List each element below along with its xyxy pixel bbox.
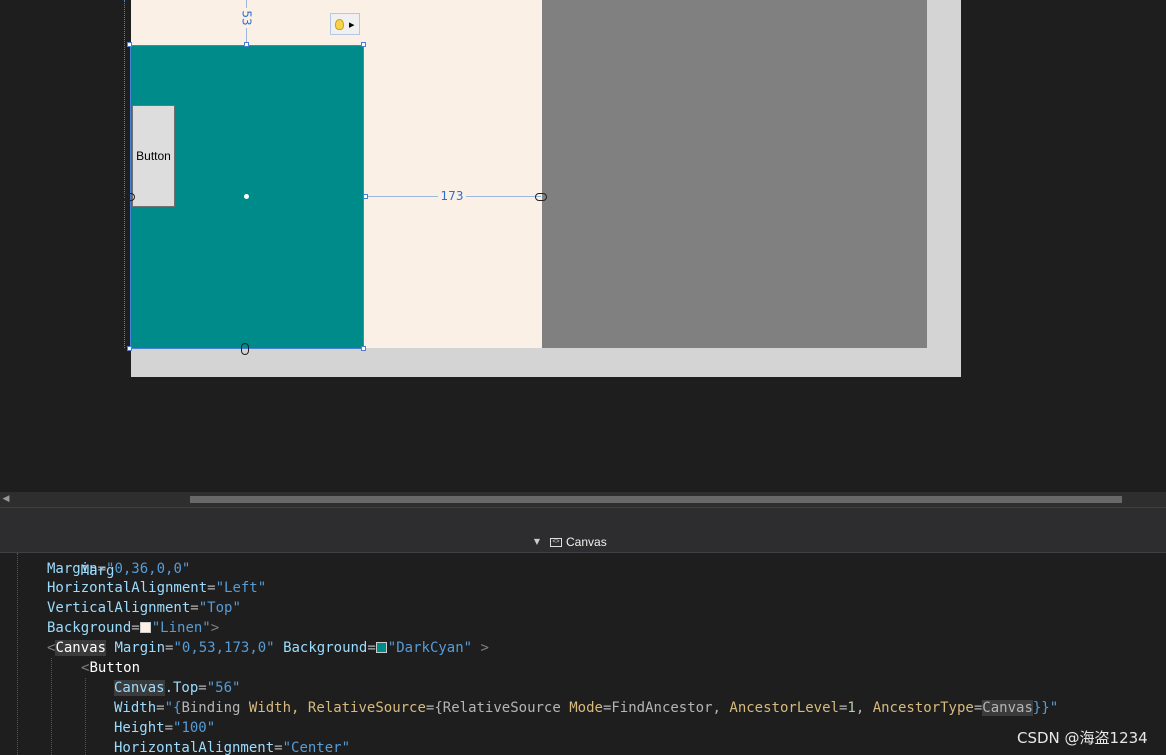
code-value: "0,36,0,0" — [106, 561, 191, 577]
code-eq: = — [164, 720, 174, 736]
code-tag: Button — [89, 660, 141, 676]
code-value: "100" — [173, 720, 216, 736]
code-eq: = — [274, 740, 283, 755]
resize-handle-top[interactable] — [244, 42, 249, 47]
code-value: "0,53,173,0" — [173, 640, 275, 656]
margin-right-measure: 173 — [438, 188, 466, 204]
code-token: RelativeSource — [307, 700, 426, 716]
code-line: HorizontalAlignment="Left" — [47, 578, 266, 598]
code-eq: = — [156, 700, 165, 716]
arrow-right-icon: ▸ — [348, 17, 355, 31]
alignment-guide-left — [124, 0, 125, 348]
code-attr: .Top — [164, 680, 199, 696]
code-value: "Left" — [215, 580, 267, 596]
color-swatch-icon — [139, 622, 151, 633]
margin-anchor-bottom-icon[interactable] — [241, 343, 249, 355]
scroll-left-arrow-icon[interactable]: ◀ — [0, 492, 12, 507]
code-value: }}" — [1032, 700, 1059, 716]
breadcrumb-item-canvas[interactable]: <> Canvas — [550, 533, 607, 551]
code-line: <Button — [81, 658, 140, 678]
code-value: "DarkCyan" — [387, 640, 473, 656]
code-token: AncestorLevel — [729, 700, 839, 716]
code-value: "Center" — [282, 740, 351, 755]
code-attr: VerticalAlignment — [47, 600, 191, 616]
code-line: <Canvas Margin="0,53,173,0" Background= "… — [47, 638, 489, 658]
xaml-designer-surface[interactable]: Button 53 173 ▸ — [0, 0, 1166, 492]
margin-anchor-right-icon[interactable] — [535, 193, 547, 201]
code-token: Mode — [569, 700, 603, 716]
indent-guide — [51, 658, 52, 755]
xaml-element-icon: <> — [550, 537, 562, 547]
indent-guide — [17, 553, 18, 755]
code-line: Height="100" — [114, 718, 215, 738]
resize-handle-bottom-right[interactable] — [361, 346, 366, 351]
code-attr: Background — [283, 640, 368, 656]
code-eq: = — [207, 580, 216, 596]
code-markup-extension: RelativeSource — [442, 700, 561, 716]
code-punct: > — [210, 620, 220, 636]
code-attr: Background — [47, 620, 132, 636]
pane-splitter[interactable] — [0, 507, 1166, 532]
code-attr: Width — [114, 700, 157, 716]
margin-top-value: 53 — [240, 10, 254, 26]
code-eq: = — [367, 640, 376, 656]
code-line: VerticalAlignment="Top" — [47, 598, 241, 618]
code-value: "Top" — [198, 600, 241, 616]
code-token: , — [855, 700, 873, 716]
code-line: Background= "Linen"> — [47, 618, 219, 638]
code-markup-extension: Binding — [181, 700, 241, 716]
code-punct: > — [472, 640, 489, 656]
margin-anchor-left-icon[interactable] — [123, 193, 135, 201]
code-attr: Margin — [114, 640, 166, 656]
code-token: ={ — [425, 700, 443, 716]
breadcrumb-item-label: Canvas — [566, 535, 607, 549]
canvas-center-point — [244, 194, 249, 199]
code-line: Canvas.Top="56" — [114, 678, 240, 698]
code-token: Width, — [240, 700, 308, 716]
scroll-thumb[interactable] — [190, 496, 1122, 503]
code-eq: = — [198, 680, 207, 696]
watermark: CSDN @海盗1234 — [1017, 729, 1148, 747]
code-attr: HorizontalAlignment — [47, 580, 208, 596]
resize-handle-bottom-left[interactable] — [127, 346, 132, 351]
gray-panel[interactable] — [542, 0, 927, 348]
code-token: AncestorType — [872, 700, 974, 716]
indent-guide — [85, 678, 86, 755]
code-tag: Canvas — [55, 640, 107, 656]
lightbulb-icon — [335, 18, 345, 30]
code-line: HorizontalAlignment="Center" — [114, 738, 350, 755]
element-breadcrumb-bar: ▼ <> Canvas — [0, 532, 1166, 553]
code-line: Margin="0,36,0,0" — [47, 559, 190, 579]
triangle-down-icon[interactable]: ▼ — [530, 534, 544, 550]
margin-top-measure: 53 — [240, 8, 254, 28]
preview-button[interactable]: Button — [132, 105, 175, 207]
code-value: "{ — [164, 700, 182, 716]
code-attr: Height — [114, 720, 165, 736]
code-token: =FindAncestor, — [602, 700, 730, 716]
horizontal-scrollbar[interactable]: ◀ — [0, 492, 1166, 507]
code-value: "56" — [206, 680, 241, 696]
code-line: Width="{Binding Width, RelativeSource={R… — [114, 698, 1058, 718]
resize-handle-top-right[interactable] — [361, 42, 366, 47]
resize-handle-right[interactable] — [363, 194, 368, 199]
code-attr: HorizontalAlignment — [114, 740, 275, 755]
resize-handle-top-left[interactable] — [127, 42, 132, 47]
code-value: "Linen" — [151, 620, 211, 636]
code-attr: Canvas — [114, 680, 165, 696]
code-eq: = — [97, 561, 107, 577]
xaml-code-editor[interactable]: Marg Margin="0,36,0,0" HorizontalAlignme… — [0, 553, 1166, 755]
code-eq: = — [190, 600, 199, 616]
code-token: Canvas — [982, 700, 1033, 716]
code-attr: Margin — [47, 561, 98, 577]
quick-actions-button[interactable]: ▸ — [330, 13, 360, 35]
code-eq: = — [131, 620, 140, 636]
preview-button-label: Button — [136, 149, 171, 163]
code-token: 1 — [847, 700, 856, 716]
color-swatch-icon — [375, 642, 387, 653]
